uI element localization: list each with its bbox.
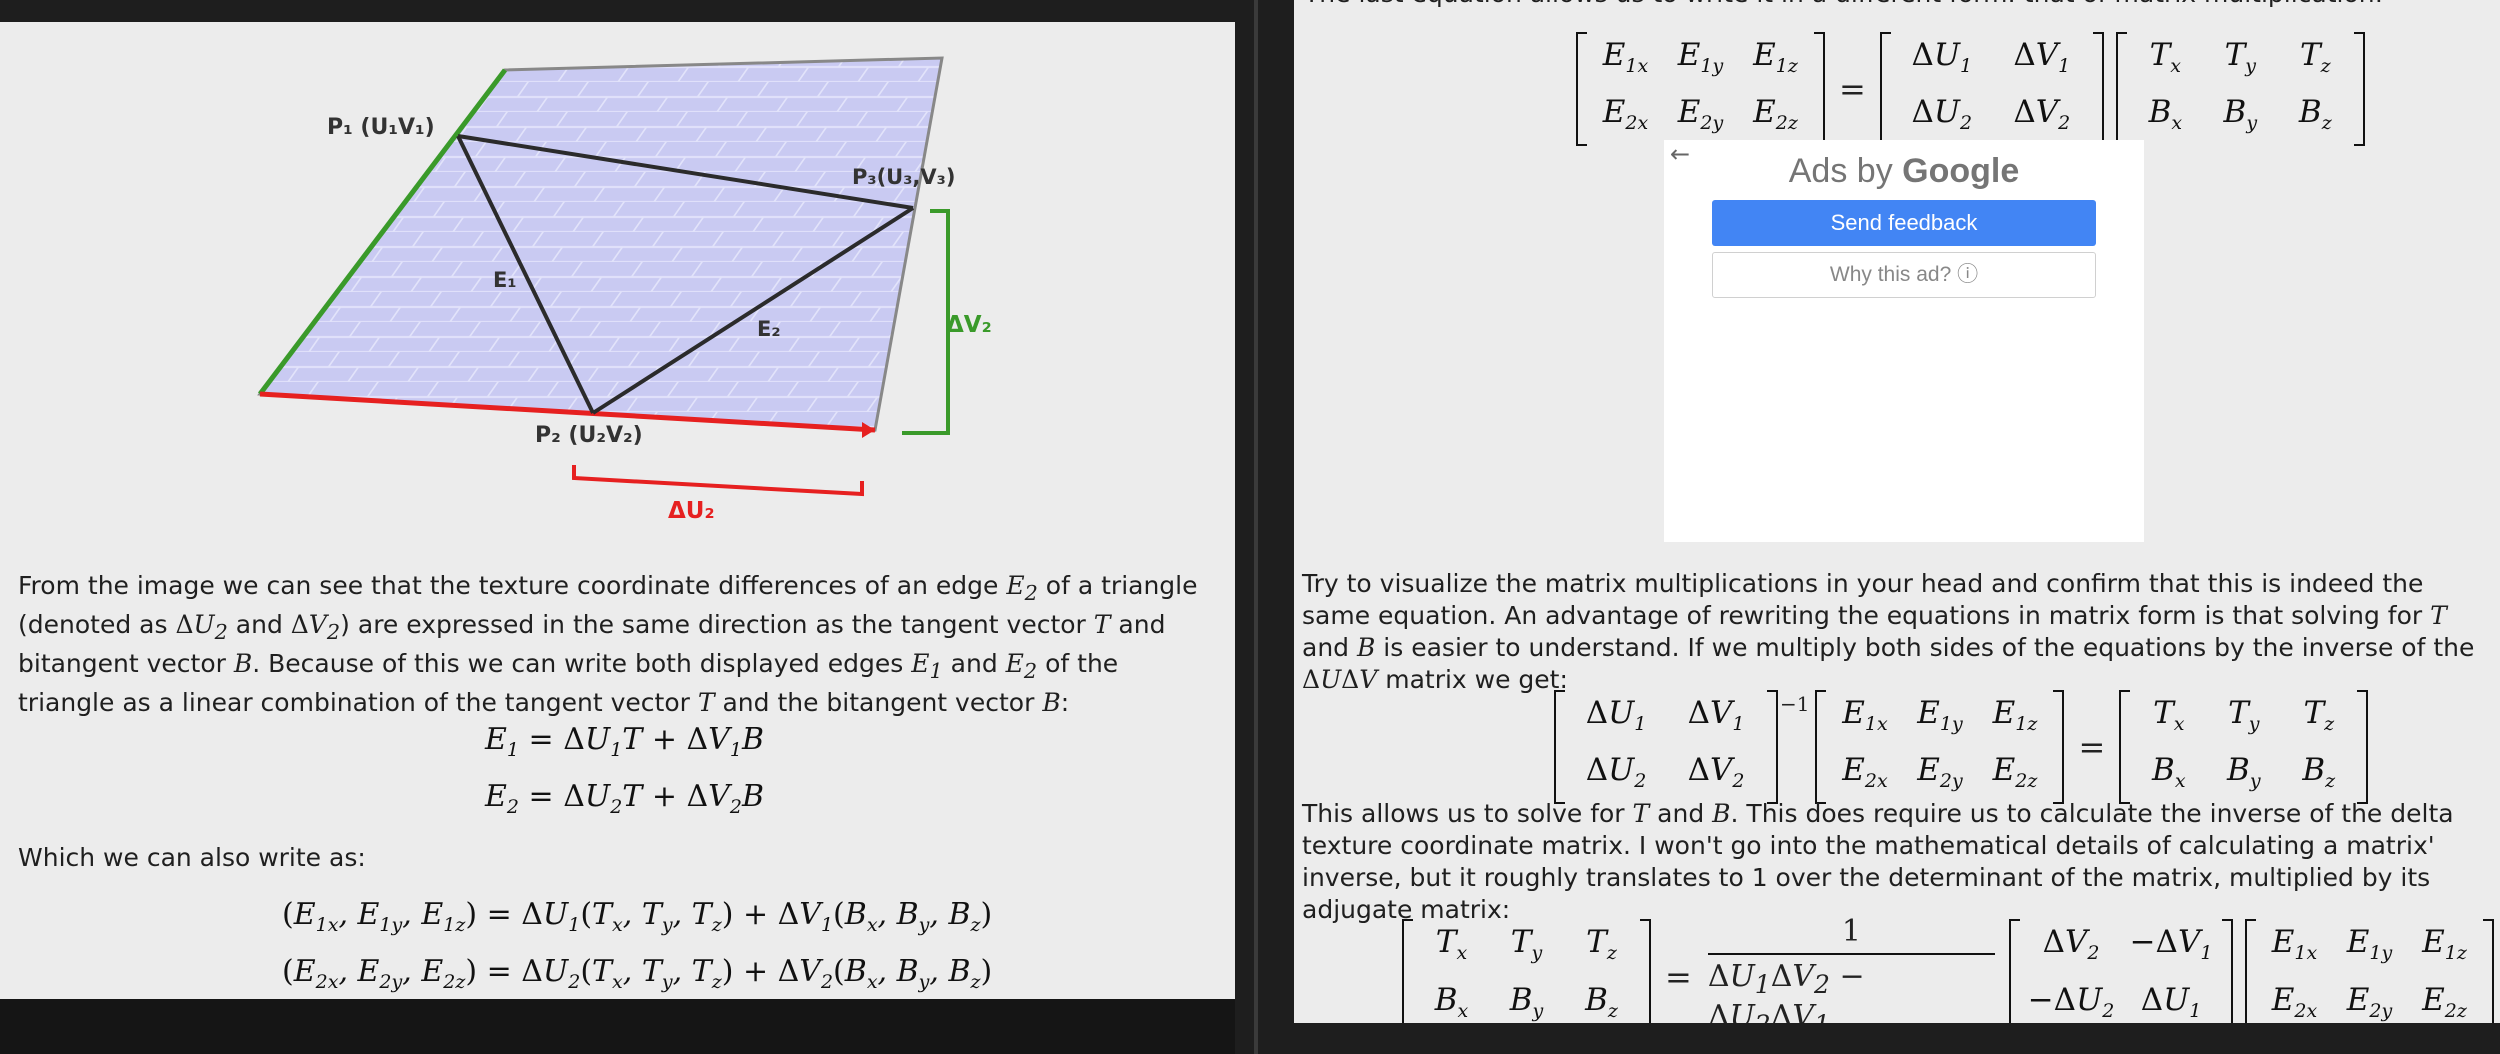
dv2-label: ΔV₂ (946, 312, 992, 338)
matrix-equation-1: E1x E1y E1z E2x E2y E2z = ΔU1 ΔV1 ΔU2 ΔV2 Tx Ty Tz… (1570, 32, 2371, 147)
panel-divider[interactable] (1254, 0, 1258, 1054)
matrix-equation-inverse: ΔU1 ΔV1 ΔU2 ΔV2 −1 E1x E1y E1z E2x E2y E2z = Tx T… (1548, 690, 2374, 805)
determinant-fraction: 1 ΔU1ΔV2 − ΔU2ΔV1 (1707, 914, 1995, 1023)
p3-label: P₃(U₃,V₃) (852, 165, 955, 189)
textured-plane (257, 56, 944, 432)
solve-paragraph: This allows us to solve for T and B. Thi… (1302, 799, 2454, 924)
edge-explanation-paragraph: From the image we can see that the textu… (18, 571, 1198, 717)
cut-off-top-text: The last equation allows us to write it … (1304, 0, 2494, 10)
left-bottom-bar (0, 999, 1235, 1054)
du2-bracket (572, 465, 864, 497)
ads-by-google-title: Ads by Google (1788, 152, 2020, 190)
equation-e1-components: (E1x, E1y, E1z) = ΔU1(Tx, Ty, Tz) + ΔV1(… (282, 897, 993, 936)
e2-label: E₂ (757, 317, 781, 341)
du2-label: ΔU₂ (668, 498, 715, 524)
equation-e1: E1 = ΔU1T + ΔV1B (485, 722, 764, 761)
ad-box: ← Ads by Google Send feedback Why this a… (1664, 140, 2144, 542)
p1-label: P₁ (U₁V₁) (327, 115, 435, 140)
right-page-panel: The last equation allows us to write it … (1294, 0, 2500, 1023)
equation-e2-components: (E2x, E2y, E2z) = ΔU2(Tx, Ty, Tz) + ΔV2(… (282, 954, 993, 993)
which-we-can-write-text: Which we can also write as: (18, 843, 366, 872)
matrix-equation-adjugate: TxTyTzBxByBz = 1 ΔU1ΔV2 − ΔU2ΔV1 ΔV2−ΔV1… (1396, 914, 2500, 1023)
e1-label: E₁ (493, 268, 517, 292)
left-page-panel: P₁ (U₁V₁) P₂ (U₂V₂) P₃(U₃,V₃) E₁ E₂ ΔV₂ … (0, 22, 1235, 999)
p2-label: P₂ (U₂V₂) (535, 423, 643, 448)
send-feedback-button[interactable]: Send feedback (1712, 200, 2096, 246)
visualize-paragraph: Try to visualize the matrix multiplicati… (1302, 569, 2475, 694)
tangent-space-diagram: P₁ (U₁V₁) P₂ (U₂V₂) P₃(U₃,V₃) E₁ E₂ ΔV₂ … (257, 56, 992, 524)
why-this-ad-button[interactable]: Why this ad? ⓘ (1712, 252, 2096, 298)
equation-e2: E2 = ΔU2T + ΔV2B (485, 779, 764, 818)
